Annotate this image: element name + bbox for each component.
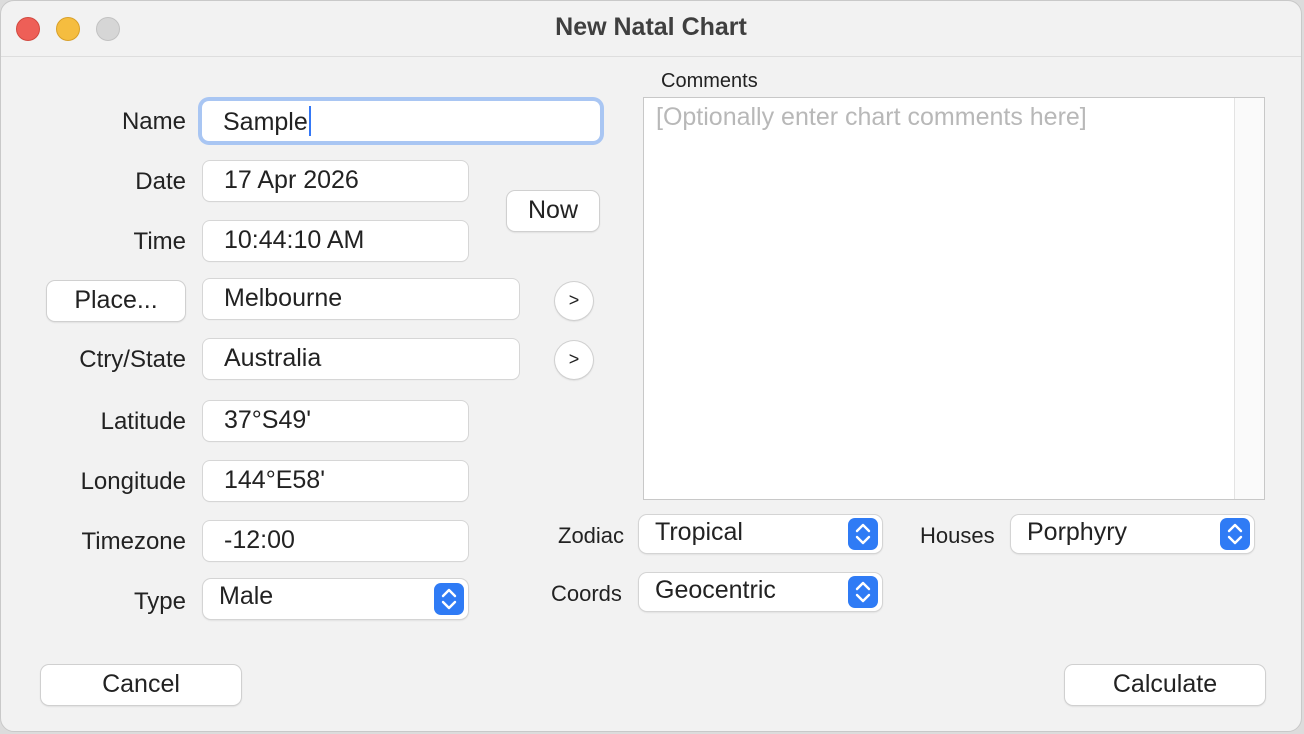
dialog-window: New Natal Chart Name Sample Date 17 Apr … [0,0,1302,732]
cancel-button[interactable]: Cancel [41,665,241,705]
latitude-field[interactable]: 37°S49' [203,401,468,441]
type-stepper-icon [434,583,464,615]
coords-stepper-icon [848,576,878,608]
comments-scrollbar[interactable] [1234,98,1264,499]
houses-stepper-icon [1220,518,1250,550]
place-next-button[interactable]: > [555,282,593,320]
type-label: Type [133,588,186,615]
time-label: Time [133,228,186,255]
name-field[interactable]: Sample [202,101,600,141]
comments-placeholder: [Optionally enter chart comments here] [656,103,1087,131]
type-popup[interactable]: Male [203,579,468,619]
name-label: Name [121,108,186,135]
time-field[interactable]: 10:44:10 AM [203,221,468,261]
calculate-button[interactable]: Calculate [1065,665,1265,705]
latitude-label: Latitude [100,408,186,435]
place-button[interactable]: Place... [47,281,185,321]
place-field[interactable]: Melbourne [203,279,519,319]
houses-popup[interactable]: Porphyry [1011,515,1254,553]
coords-value: Geocentric [655,576,776,604]
type-value: Male [219,582,274,610]
country-label: Ctry/State [79,346,186,373]
zodiac-stepper-icon [848,518,878,550]
houses-label: Houses [920,523,995,548]
text-cursor [308,106,311,136]
timezone-field[interactable]: -12:00 [203,521,468,561]
country-next-button[interactable]: > [555,341,593,379]
date-field[interactable]: 17 Apr 2026 [203,161,468,201]
timezone-label: Timezone [81,528,186,555]
zodiac-value: Tropical [655,518,743,546]
zodiac-popup[interactable]: Tropical [639,515,882,553]
now-button[interactable]: Now [507,191,599,231]
title-bar: New Natal Chart [1,1,1301,57]
houses-value: Porphyry [1027,518,1128,546]
date-label: Date [135,168,186,195]
comments-textarea[interactable]: [Optionally enter chart comments here] [643,97,1265,500]
comments-label: Comments [661,70,758,92]
country-field[interactable]: Australia [203,339,519,379]
coords-label: Coords [551,581,622,606]
zodiac-label: Zodiac [558,523,625,548]
window-title: New Natal Chart [555,13,747,41]
coords-popup[interactable]: Geocentric [639,573,882,611]
longitude-label: Longitude [80,468,186,495]
name-value: Sample [223,108,308,136]
longitude-field[interactable]: 144°E58' [203,461,468,501]
